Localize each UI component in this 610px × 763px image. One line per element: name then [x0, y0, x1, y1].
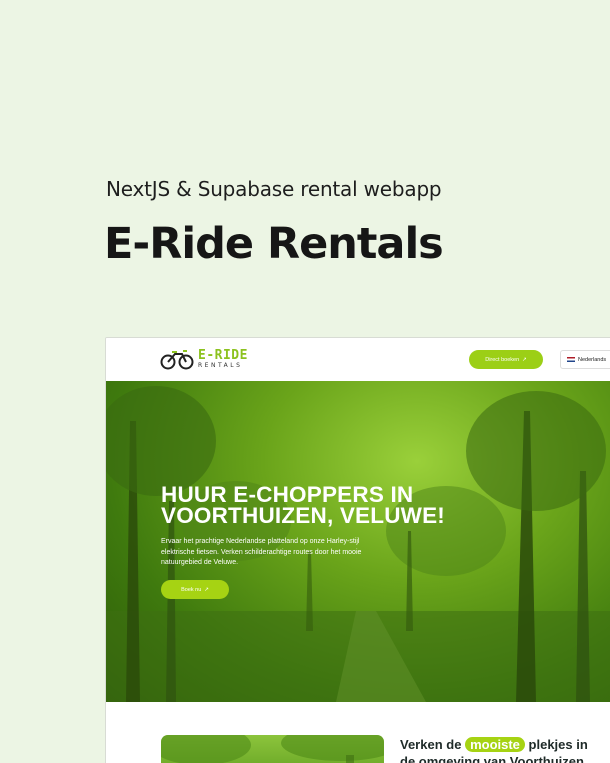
- page-subtitle: NextJS & Supabase rental webapp: [106, 177, 442, 201]
- language-label: Nederlands: [578, 356, 607, 363]
- dutch-flag-icon: [567, 357, 575, 362]
- explore-image: [161, 735, 384, 763]
- site-logo[interactable]: E-RIDE RENTALS: [160, 348, 248, 370]
- hero-description: Ervaar het prachtige Nederlandse plattel…: [161, 538, 362, 566]
- explore-heading-before: Verken de: [400, 737, 462, 752]
- logo-main-text: E-RIDE: [198, 348, 248, 363]
- site-navbar: E-RIDE RENTALS Direct boeken ↗ Nederland…: [106, 338, 610, 381]
- explore-heading-highlight: mooiste: [465, 737, 525, 752]
- book-now-button[interactable]: Boek nu ↗: [161, 580, 229, 599]
- hero-heading-line2: VOORTHUIZEN, VELUWE!: [161, 503, 445, 528]
- direct-book-label: Direct boeken: [485, 356, 520, 363]
- bike-logo-icon: [160, 350, 194, 370]
- direct-book-button[interactable]: Direct boeken ↗: [469, 350, 543, 369]
- explore-section: Verken de mooiste plekjes in de omgeving…: [106, 702, 610, 763]
- hero-heading: HUUR E-CHOPPERS IN VOORTHUIZEN, VELUWE!: [161, 482, 491, 528]
- hero-heading-line1: HUUR E-CHOPPERS IN: [161, 482, 414, 507]
- page-title: E-Ride Rentals: [104, 219, 444, 269]
- explore-heading-after: plekjes in: [528, 737, 588, 752]
- logo-sub-text: RENTALS: [198, 362, 243, 369]
- arrow-up-right-icon: ↗: [204, 586, 209, 593]
- hero-section: HUUR E-CHOPPERS IN VOORTHUIZEN, VELUWE! …: [106, 381, 610, 702]
- website-preview: E-RIDE RENTALS Direct boeken ↗ Nederland…: [105, 337, 610, 763]
- book-now-label: Boek nu: [181, 586, 202, 593]
- explore-heading: Verken de mooiste plekjes in de omgeving…: [400, 736, 610, 763]
- language-selector[interactable]: Nederlands: [560, 350, 610, 369]
- explore-heading-line2: de omgeving van Voorthuizen: [400, 754, 584, 763]
- arrow-up-right-icon: ↗: [522, 356, 527, 363]
